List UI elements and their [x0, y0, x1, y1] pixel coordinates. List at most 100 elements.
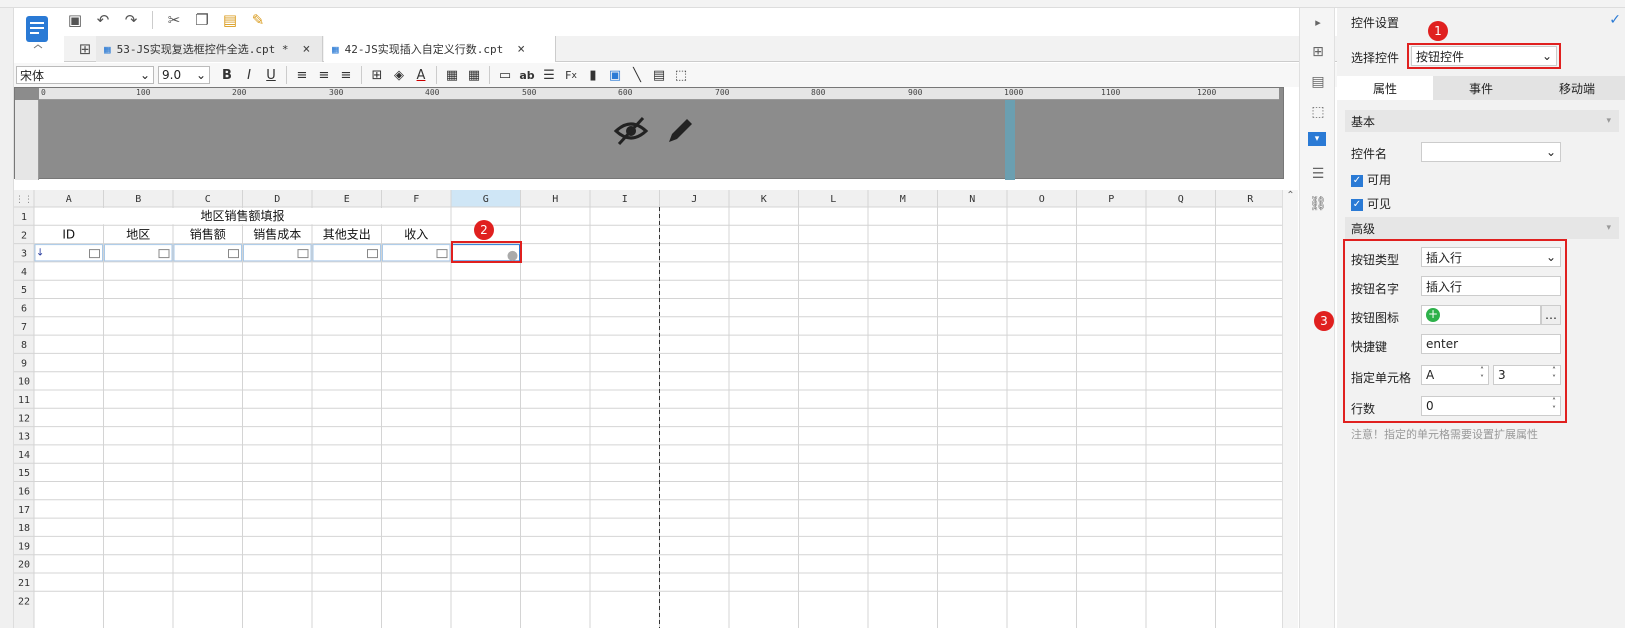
- format-brush-icon[interactable]: ✎: [247, 9, 269, 31]
- checkbox-checked-icon: ✓: [1351, 174, 1363, 187]
- image-icon[interactable]: ▣: [604, 64, 626, 86]
- ruler-tick: 400: [425, 88, 440, 97]
- report-title: 地区销售额填报: [200, 208, 284, 223]
- vertical-ruler: [15, 100, 39, 180]
- column-label: 销售额: [190, 226, 226, 241]
- font-color-icon[interactable]: A: [410, 64, 432, 86]
- column-header-C: C: [205, 194, 211, 205]
- visible-checkbox[interactable]: ✓ 可见: [1351, 195, 1391, 212]
- ruler-tick: 800: [811, 88, 826, 97]
- main-toolbar: ▣ ↶ ↷ ✂ ❐ ▤ ✎: [64, 8, 269, 32]
- paste-icon[interactable]: ▤: [219, 9, 241, 31]
- enabled-checkbox[interactable]: ✓ 可用: [1351, 171, 1391, 188]
- hide-icon[interactable]: [613, 114, 649, 151]
- column-header-B: B: [135, 194, 141, 205]
- merge-icon[interactable]: ▦: [441, 64, 463, 86]
- redo-icon[interactable]: ↷: [120, 9, 142, 31]
- column-header-O: O: [1039, 194, 1045, 205]
- cell-attr-icon[interactable]: ⊞: [1308, 42, 1328, 62]
- row-header-4: 4: [21, 267, 27, 278]
- sheet-icon: ▦: [332, 42, 339, 56]
- panel-tabs: 属性 事件 移动端: [1337, 76, 1625, 100]
- font-size-select[interactable]: 9.0 ⌄: [158, 66, 210, 84]
- column-header-M: M: [900, 194, 906, 205]
- list-icon[interactable]: ☰: [1308, 164, 1328, 184]
- text-icon[interactable]: ab: [516, 64, 538, 86]
- close-icon[interactable]: ×: [517, 42, 525, 57]
- widget-icon[interactable]: ▾: [1308, 132, 1326, 146]
- crop-icon[interactable]: ⬚: [1308, 102, 1328, 122]
- cut-icon[interactable]: ✂: [163, 9, 185, 31]
- tab-mobile[interactable]: 移动端: [1529, 76, 1625, 100]
- spreadsheet-grid[interactable]: A B C D E F G H I J K L M N O P Q R 1 2 3 4 5 6 7 8 9 10 11 12 13 14 15 1…: [14, 190, 1282, 628]
- chart-icon[interactable]: ▮: [582, 64, 604, 86]
- border-icon[interactable]: ⊞: [366, 64, 388, 86]
- formula-icon[interactable]: Fx: [560, 64, 582, 86]
- subreport-icon[interactable]: ▤: [648, 64, 670, 86]
- row-header-1: 1: [21, 212, 27, 223]
- align-center-icon[interactable]: ≡: [313, 64, 335, 86]
- close-icon[interactable]: ×: [302, 42, 310, 57]
- column-header-I: I: [622, 194, 628, 205]
- widget-name-input[interactable]: ⌄: [1421, 142, 1561, 162]
- tab-42[interactable]: ▦ 42-JS实现插入自定义行数.cpt ×: [324, 36, 556, 62]
- align-right-icon[interactable]: ≡: [335, 64, 357, 86]
- widget-marker-icon: [228, 249, 239, 259]
- divider: [489, 66, 490, 84]
- italic-icon[interactable]: I: [238, 64, 260, 86]
- align-left-icon[interactable]: ≡: [291, 64, 313, 86]
- column-header-A: A: [66, 194, 72, 205]
- slash-icon[interactable]: ╲: [626, 64, 648, 86]
- bold-icon[interactable]: B: [216, 64, 238, 86]
- edit-icon[interactable]: [663, 114, 697, 151]
- font-name-select[interactable]: 宋体 ⌄: [16, 66, 154, 84]
- divider: [361, 66, 362, 84]
- row-header-13: 13: [18, 432, 30, 443]
- fill-color-icon[interactable]: ◈: [388, 64, 410, 86]
- check-icon[interactable]: ✓: [1609, 12, 1621, 28]
- copy-icon[interactable]: ❐: [191, 9, 213, 31]
- row-header-12: 12: [18, 413, 30, 424]
- ruler-tick: 700: [715, 88, 730, 97]
- frame-icon[interactable]: ⬚: [670, 64, 692, 86]
- app-logo-icon[interactable]: [18, 12, 58, 52]
- undo-icon[interactable]: ↶: [92, 9, 114, 31]
- unmerge-icon[interactable]: ▦: [463, 64, 485, 86]
- row-header-17: 17: [18, 505, 30, 516]
- column-label: 其他支出: [323, 227, 371, 241]
- row-header-2: 2: [21, 230, 27, 241]
- save-icon[interactable]: ▣: [64, 9, 86, 31]
- vertical-scrollbar[interactable]: ⌃: [1282, 190, 1298, 628]
- left-strip: [0, 8, 14, 628]
- grid-canvas: A B C D E F G H I J K L M N O P Q R1234567891011121314151…: [14, 190, 1282, 628]
- column-header-N: N: [969, 194, 975, 205]
- link-icon[interactable]: ⛓: [1308, 194, 1328, 214]
- column-header-L: L: [830, 194, 836, 205]
- column-header-D: D: [274, 194, 280, 205]
- section-basic[interactable]: 基本 ▾: [1345, 110, 1619, 132]
- section-advanced[interactable]: 高级 ▾: [1345, 217, 1619, 239]
- expand-right-icon[interactable]: ▸: [1308, 12, 1328, 32]
- condition-icon[interactable]: ▤: [1308, 72, 1328, 92]
- column-header-E: E: [344, 194, 350, 205]
- panel-title: 控件设置: [1351, 16, 1400, 30]
- row-header-5: 5: [21, 285, 27, 296]
- tab-label: 53-JS实现复选框控件全选.cpt *: [116, 43, 289, 56]
- underline-icon[interactable]: U: [260, 64, 282, 86]
- row-header-15: 15: [18, 468, 30, 479]
- collapse-icon: ▾: [1606, 223, 1611, 233]
- grid-icon[interactable]: ⊞: [74, 38, 96, 60]
- widget-marker-icon: [297, 249, 309, 259]
- tab-properties[interactable]: 属性: [1337, 76, 1433, 100]
- widget-marker-icon: [89, 249, 100, 259]
- richtext-icon[interactable]: ☰: [538, 64, 560, 86]
- highlight-box-3: [1343, 239, 1567, 423]
- note-text: 注意！指定的单元格需要设置扩展属性: [1351, 428, 1538, 441]
- chevron-up-icon[interactable]: ⌃: [1283, 190, 1298, 201]
- chevron-down-icon: ⌄: [195, 68, 206, 82]
- tab-events[interactable]: 事件: [1433, 76, 1529, 100]
- insert-row-icon[interactable]: ▭: [494, 64, 516, 86]
- tab-53[interactable]: ▦ 53-JS实现复选框控件全选.cpt * ×: [96, 36, 323, 62]
- page-boundary: [1005, 100, 1015, 180]
- widget-settings-panel: 控件设置 ✓ 选择控件 按钮控件 ⌄ 1 属性 事件 移动端 基本 ▾ 控件名 ⌄ …: [1314, 8, 1625, 628]
